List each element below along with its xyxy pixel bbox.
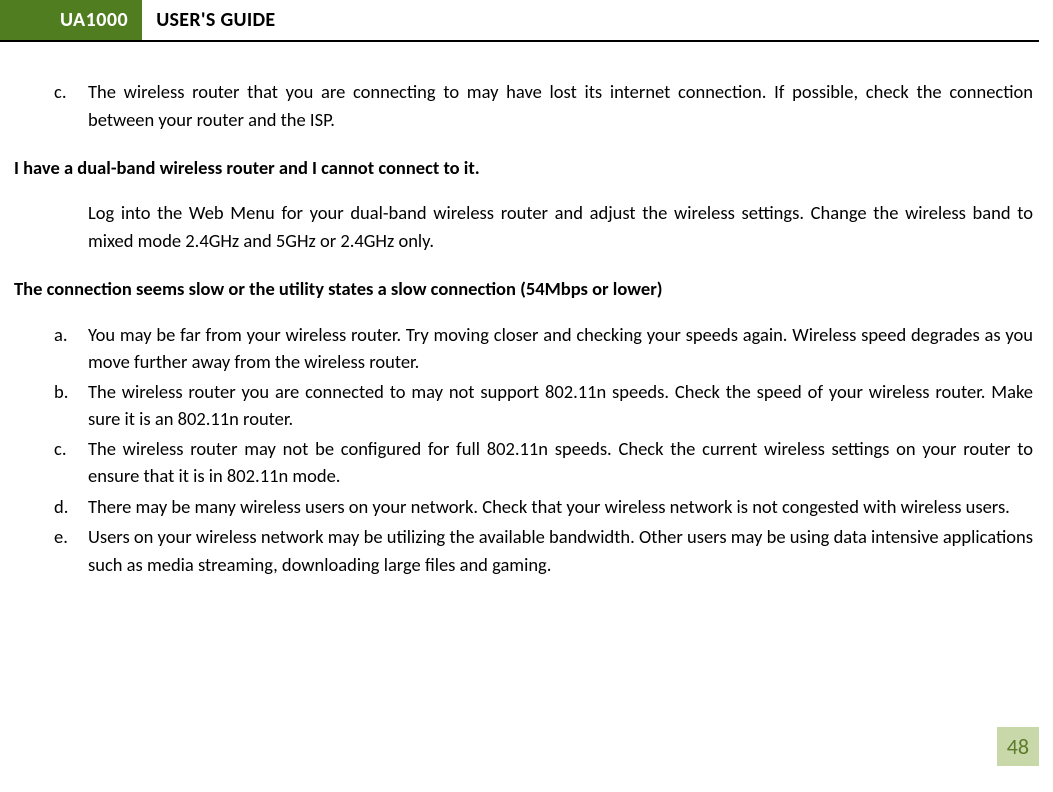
page-content: c. The wireless router that you are conn…: [0, 42, 1053, 578]
list-item-text: You may be far from your wireless router…: [88, 321, 1039, 375]
document-title: USER'S GUIDE: [142, 8, 275, 32]
list-item: d. There may be many wireless users on y…: [14, 493, 1039, 521]
list-marker: c.: [54, 78, 88, 134]
ordered-list: a. You may be far from your wireless rou…: [14, 321, 1039, 578]
list-marker: d.: [54, 493, 88, 521]
section-heading: The connection seems slow or the utility…: [14, 275, 1039, 303]
list-item-text: The wireless router that you are connect…: [88, 78, 1039, 134]
header-bar: UA1000 USER'S GUIDE: [0, 0, 1039, 42]
page-number: 48: [997, 727, 1039, 766]
list-item: c. The wireless router that you are conn…: [14, 78, 1039, 134]
product-badge: UA1000: [0, 0, 142, 40]
list-item: b. The wireless router you are connected…: [14, 378, 1039, 432]
list-item-text: There may be many wireless users on your…: [88, 493, 1039, 521]
list-item-text: Users on your wireless network may be ut…: [88, 523, 1039, 577]
list-item: a. You may be far from your wireless rou…: [14, 321, 1039, 375]
section-heading: I have a dual-band wireless router and I…: [14, 154, 1039, 182]
list-item-text: The wireless router may not be configure…: [88, 435, 1039, 489]
list-item: e. Users on your wireless network may be…: [14, 523, 1039, 577]
list-item: c. The wireless router may not be config…: [14, 435, 1039, 489]
list-item-text: The wireless router you are connected to…: [88, 378, 1039, 432]
list-marker: c.: [54, 435, 88, 489]
list-marker: e.: [54, 523, 88, 577]
list-marker: b.: [54, 378, 88, 432]
list-marker: a.: [54, 321, 88, 375]
paragraph: Log into the Web Menu for your dual-band…: [88, 199, 1033, 255]
